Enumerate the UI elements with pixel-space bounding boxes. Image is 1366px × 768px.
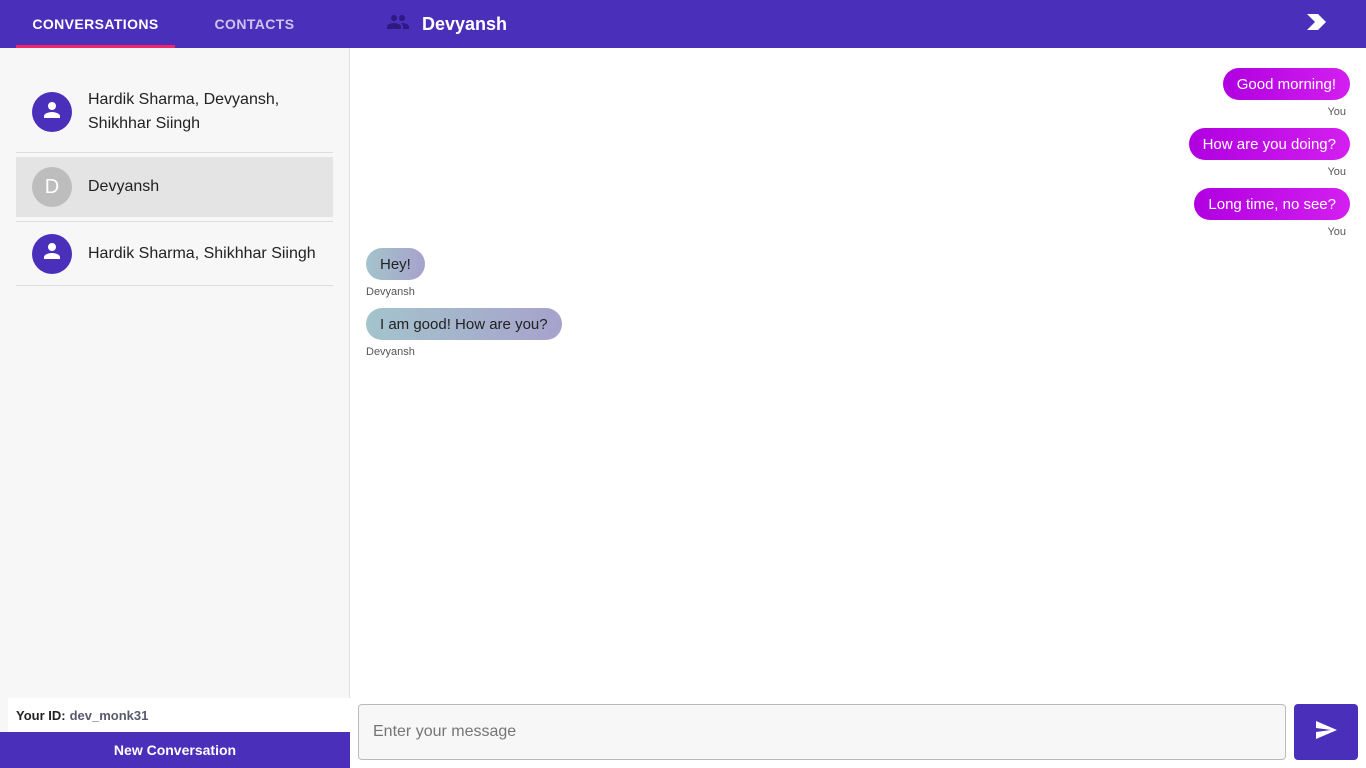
conversation-name: Hardik Sharma, Devyansh, Shikhhar Siingh bbox=[88, 91, 280, 132]
conversation-item-selected[interactable]: D Devyansh bbox=[16, 157, 333, 217]
message-sender: You bbox=[1327, 166, 1346, 178]
chevron-right-icon bbox=[1307, 13, 1327, 35]
message-sender: You bbox=[1327, 226, 1346, 238]
person-icon bbox=[40, 98, 64, 127]
conversation-list: Hardik Sharma, Devyansh, Shikhhar Siingh… bbox=[16, 72, 333, 286]
message-received: Hey! Devyansh bbox=[366, 248, 425, 298]
avatar bbox=[32, 92, 72, 132]
chat-header: Devyansh bbox=[386, 0, 507, 48]
message-sender: You bbox=[1327, 106, 1346, 118]
message-sent: Long time, no see? You bbox=[1194, 188, 1350, 238]
chat-title: Devyansh bbox=[422, 13, 508, 34]
send-button[interactable] bbox=[1294, 704, 1358, 760]
user-id-label: Your ID: bbox=[16, 707, 66, 723]
top-app-bar: CONVERSATIONS CONTACTS Devyansh bbox=[0, 0, 1366, 48]
collapse-button[interactable] bbox=[1304, 12, 1330, 36]
conversation-name: Devyansh bbox=[88, 178, 160, 195]
new-conversation-button[interactable]: New Conversation bbox=[0, 732, 350, 768]
people-icon bbox=[386, 10, 410, 39]
user-id-display: Your ID: dev_monk31 bbox=[8, 698, 350, 732]
message-sent: How are you doing? You bbox=[1188, 128, 1350, 178]
user-id-value: dev_monk31 bbox=[69, 707, 149, 723]
conversation-name: Hardik Sharma, Shikhhar Siingh bbox=[88, 244, 316, 262]
message-sender: Devyansh bbox=[366, 286, 415, 298]
tab-conversations[interactable]: CONVERSATIONS bbox=[16, 0, 175, 48]
message-bubble: Good morning! bbox=[1222, 68, 1350, 100]
conversation-item[interactable]: Hardik Sharma, Shikhhar Siingh bbox=[16, 222, 333, 286]
message-bubble: Hey! bbox=[366, 248, 425, 280]
avatar: D bbox=[32, 167, 72, 207]
message-bubble: I am good! How are you? bbox=[366, 308, 562, 340]
send-icon bbox=[1314, 718, 1338, 747]
message-bubble: Long time, no see? bbox=[1194, 188, 1350, 220]
person-icon bbox=[40, 239, 64, 268]
message-input[interactable] bbox=[358, 704, 1286, 760]
message-list: Good morning! You How are you doing? You… bbox=[350, 48, 1366, 696]
avatar bbox=[32, 233, 72, 274]
tab-contacts[interactable]: CONTACTS bbox=[175, 0, 334, 48]
message-received: I am good! How are you? Devyansh bbox=[366, 308, 562, 358]
message-sent: Good morning! You bbox=[1222, 68, 1350, 118]
message-sender: Devyansh bbox=[366, 346, 415, 358]
message-bubble: How are you doing? bbox=[1188, 128, 1350, 160]
conversation-item[interactable]: Hardik Sharma, Devyansh, Shikhhar Siingh bbox=[16, 72, 333, 153]
sidebar: Hardik Sharma, Devyansh, Shikhhar Siingh… bbox=[0, 48, 350, 768]
